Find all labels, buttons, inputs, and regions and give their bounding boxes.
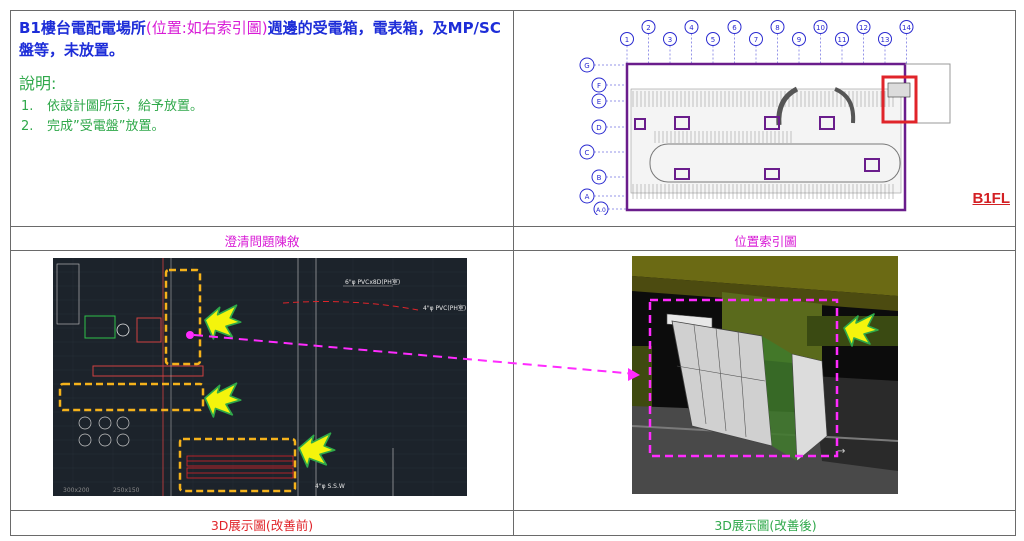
column-grid-bubble: 7: [749, 32, 763, 64]
svg-text:12: 12: [859, 24, 868, 32]
cad-label: 4"φ S.S.W: [315, 483, 345, 490]
row-grid-bubble: F: [591, 77, 627, 93]
row-grid-bubble: A: [579, 188, 627, 204]
cad-drawing-before: 6"φ PVCx8D(PH室) 4"φ PVC(PH室) 300x200 250…: [53, 258, 467, 496]
column-grid-bubble: 1: [620, 32, 634, 64]
note-item: 2. 完成”受電盤”放置。: [21, 119, 165, 134]
svg-text:F: F: [597, 82, 601, 90]
column-grid-bubble: 11: [835, 32, 849, 64]
svg-text:A.0: A.0: [596, 207, 606, 214]
svg-text:G: G: [584, 62, 589, 70]
cad-label: 300x200: [63, 487, 90, 494]
column-grid-bubble: 13: [878, 32, 892, 64]
notes-heading: 說明:: [19, 74, 57, 93]
svg-text:6: 6: [732, 24, 737, 32]
svg-text:E: E: [597, 98, 601, 106]
floor-plan-index-map: 1234567891011121314 GFEDCBAA.0: [579, 20, 951, 215]
svg-text:8: 8: [775, 24, 779, 32]
column-divider: [513, 11, 514, 535]
cad-label: 250x150: [113, 487, 140, 494]
column-grid-bubble: 2: [641, 20, 656, 64]
row-grid-bubble: C: [579, 144, 627, 160]
issue-title: B1樓台電配電場所(位置:如右索引圖)週邊的受電箱，電表箱，及MP/SC盤等，未…: [19, 17, 505, 61]
caption-after: 3D展示圖(改善後): [714, 518, 817, 533]
column-grid-bubble: 14: [899, 20, 914, 64]
column-grid-bubble: 12: [856, 20, 871, 64]
target-room: [887, 82, 911, 98]
svg-text:13: 13: [881, 36, 890, 44]
render-after: →: [632, 256, 898, 494]
issue-description: B1樓台電配電場所(位置:如右索引圖)週邊的受電箱，電表箱，及MP/SC盤等，未…: [11, 11, 513, 226]
caption-clarification: 澄清問題陳敘: [224, 234, 300, 249]
floor-label: B1FL: [972, 190, 1011, 207]
note-item: 1. 依設計圖所示，給予放置。: [21, 99, 204, 114]
row-grid-bubble: B: [591, 169, 627, 185]
column-grid-bubble: 8: [770, 20, 785, 64]
svg-text:2: 2: [646, 24, 650, 32]
row-grid-bubble: D: [591, 119, 627, 135]
issue-title-part1: B1樓台電配電場所: [19, 19, 146, 37]
svg-text:A: A: [585, 193, 590, 201]
column-grid-bubble: 5: [706, 32, 720, 64]
svg-text:D: D: [596, 124, 601, 132]
svg-text:7: 7: [754, 36, 758, 44]
svg-text:10: 10: [816, 24, 825, 32]
svg-text:9: 9: [797, 36, 801, 44]
column-grid-bubble: 9: [792, 32, 806, 64]
row-divider-2: [11, 250, 1015, 251]
svg-text:C: C: [585, 149, 590, 157]
svg-text:14: 14: [902, 24, 911, 32]
column-grid-bubble: 4: [684, 20, 699, 64]
column-grid-bubble: 6: [727, 20, 742, 64]
column-grid-bubble: 10: [813, 20, 828, 64]
svg-text:3: 3: [668, 36, 672, 44]
row-grid-bubble: A.0: [593, 201, 627, 215]
cad-label: 6"φ PVCx8D(PH室): [345, 278, 400, 286]
cad-label: 4"φ PVC(PH室): [423, 304, 466, 312]
column-grid-markers: 1234567891011121314: [620, 20, 914, 64]
notes-block: 說明: 1. 依設計圖所示，給予放置。 2. 完成”受電盤”放置。: [19, 73, 505, 137]
svg-text:5: 5: [711, 36, 715, 44]
svg-text:11: 11: [838, 36, 847, 44]
caption-before: 3D展示圖(改善前): [210, 518, 314, 533]
svg-text:1: 1: [625, 36, 629, 44]
source-dot: [186, 331, 194, 339]
row-grid-bubble: G: [579, 57, 627, 73]
svg-text:B: B: [597, 174, 602, 182]
row-divider-1: [11, 226, 1015, 227]
caption-index-map: 位置索引圖: [734, 234, 797, 249]
row-grid-bubble: E: [591, 93, 627, 109]
row-divider-3: [11, 510, 1015, 511]
stair-annex: [905, 63, 951, 124]
row-grid-markers: G FE D C B A A.0: [579, 57, 627, 215]
svg-text:4: 4: [689, 24, 694, 32]
column-grid-bubble: 3: [663, 32, 677, 64]
issue-title-location: (位置:如右索引圖): [145, 19, 268, 37]
svg-text:→: →: [837, 446, 845, 457]
